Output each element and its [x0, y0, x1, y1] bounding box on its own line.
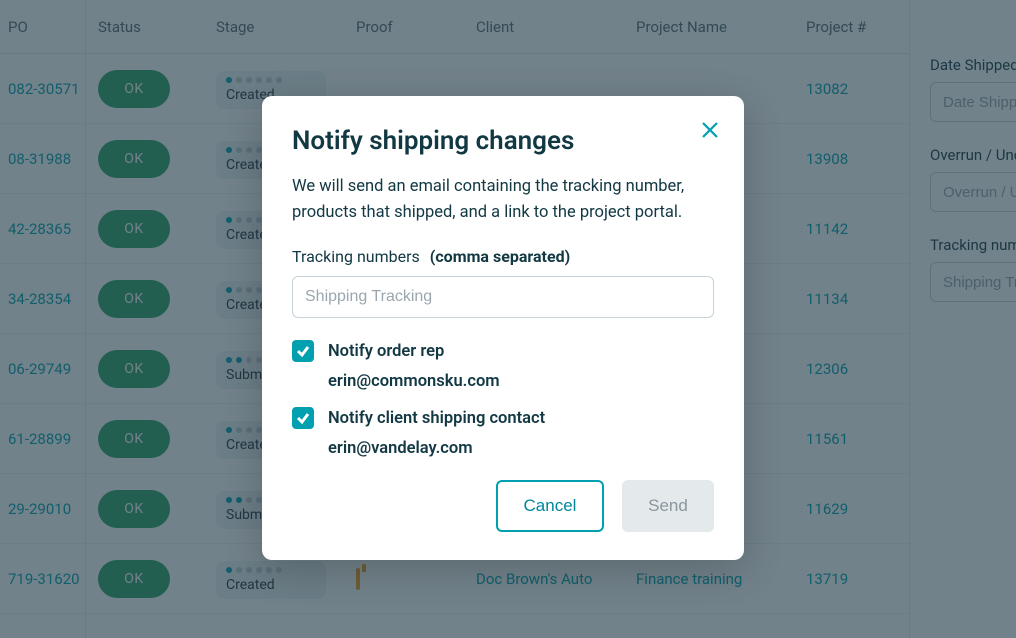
notify-shipping-modal: Notify shipping changes We will send an …	[262, 96, 744, 560]
notify-rep-label: Notify order rep	[328, 338, 444, 366]
notify-rep-checkbox[interactable]	[292, 340, 314, 362]
close-icon[interactable]	[696, 116, 724, 144]
modal-title: Notify shipping changes	[292, 126, 714, 156]
notify-rep-email: erin@commonsku.com	[328, 372, 714, 391]
modal-body-text: We will send an email containing the tra…	[292, 174, 714, 225]
tracking-field-label: Tracking numbers (comma separated)	[292, 247, 714, 266]
tracking-hint: (comma separated)	[430, 247, 570, 266]
notify-client-email: erin@vandelay.com	[328, 439, 714, 458]
cancel-button[interactable]: Cancel	[496, 480, 604, 532]
tracking-label-text: Tracking numbers	[292, 247, 420, 266]
notify-client-checkbox[interactable]	[292, 407, 314, 429]
tracking-input[interactable]	[292, 276, 714, 318]
notify-client-label: Notify client shipping contact	[328, 405, 545, 433]
send-button[interactable]: Send	[622, 480, 714, 532]
modal-actions: Cancel Send	[292, 480, 714, 532]
